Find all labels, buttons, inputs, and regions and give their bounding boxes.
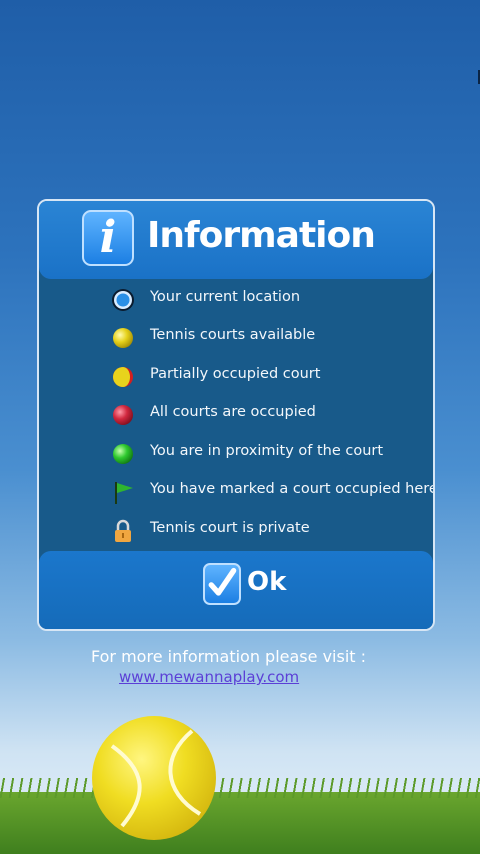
legend-label: You have marked a court occupied here	[150, 481, 435, 497]
legend-label: Your current location	[150, 289, 301, 305]
legend-item: Partially occupied court	[39, 362, 433, 392]
tennis-ball-image	[92, 716, 216, 840]
green-flag-icon	[115, 482, 133, 504]
current-location-icon	[112, 289, 134, 311]
legend-label: Tennis courts available	[150, 327, 316, 343]
red-ball-icon	[113, 405, 133, 425]
grass-background	[0, 778, 480, 854]
yellow-red-ball-icon	[113, 367, 133, 387]
legend-item: You are in proximity of the court	[39, 439, 433, 469]
ok-button[interactable]: Ok	[203, 561, 287, 611]
legend-label: Partially occupied court	[150, 366, 321, 382]
legend-item: You have marked a court occupied here	[39, 477, 433, 507]
ok-label: Ok	[247, 567, 287, 597]
green-ball-icon	[113, 444, 133, 464]
visit-text: For more information please visit :	[91, 647, 367, 666]
legend-item: Your current location	[39, 285, 433, 315]
padlock-icon	[115, 519, 131, 542]
legend-label: All courts are occupied	[150, 404, 316, 420]
legend-label: You are in proximity of the court	[150, 443, 384, 459]
legend-item: All courts are occupied	[39, 400, 433, 430]
legend-item: Tennis courts available	[39, 323, 433, 353]
information-dialog: i Information Your current location Tenn…	[37, 199, 435, 631]
legend-label: Tennis court is private	[150, 520, 310, 536]
website-link[interactable]: www.mewannaplay.com	[119, 668, 299, 686]
dialog-header: i Information	[39, 201, 433, 279]
legend-item: Tennis court is private	[39, 516, 433, 546]
dialog-footer: Ok	[39, 551, 433, 629]
checkmark-icon	[203, 563, 241, 605]
dialog-title: Information	[147, 215, 376, 256]
yellow-ball-icon	[113, 328, 133, 348]
info-icon: i	[82, 210, 134, 266]
